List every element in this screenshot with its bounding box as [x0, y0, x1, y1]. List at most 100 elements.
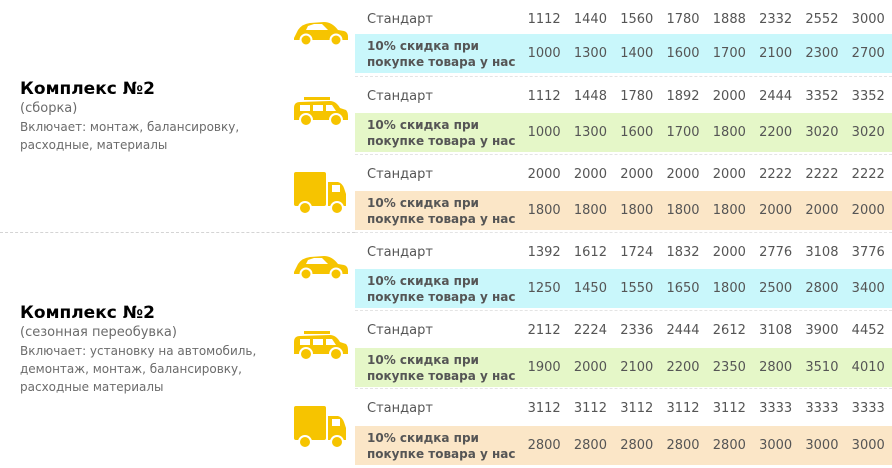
price-cell: 2800 — [712, 438, 746, 453]
price-cell: 2000 — [805, 203, 839, 218]
price-cell: 2612 — [712, 322, 746, 338]
price-cell: 2800 — [620, 438, 654, 453]
price-row-discount: 10% скидка при покупке товара у нас 1800… — [355, 191, 892, 230]
price-cell: 1112 — [527, 12, 561, 27]
price-cell: 2200 — [666, 360, 700, 375]
complex-includes: Включает: монтаж, балансировку, расходны… — [20, 120, 240, 152]
price-row-discount: 10% скидка при покупке товара у нас 2800… — [355, 426, 892, 465]
price-cell: 1832 — [666, 244, 700, 260]
car-icon — [290, 0, 352, 78]
row-label: Стандарт — [367, 88, 433, 104]
suv-icon — [290, 78, 352, 156]
price-cell: 1780 — [666, 12, 700, 27]
price-cell: 2700 — [851, 46, 885, 61]
price-cell: 3510 — [805, 360, 839, 375]
price-cell: 1112 — [527, 88, 561, 104]
price-cell: 3108 — [759, 322, 793, 338]
car-icon — [290, 234, 352, 312]
price-cell: 1650 — [666, 281, 700, 296]
price-cell: 1892 — [666, 88, 700, 104]
price-row-discount: 10% скидка при покупке товара у нас 1250… — [355, 269, 892, 308]
complex-includes: Включает: установку на автомобиль, демон… — [20, 344, 257, 394]
price-row-standard: Стандарт 3112 3112 3112 3112 3112 3333 3… — [355, 388, 892, 427]
price-cell: 1700 — [666, 125, 700, 140]
price-cell: 2444 — [666, 322, 700, 338]
price-cell: 1000 — [527, 125, 561, 140]
price-cell: 2224 — [573, 322, 607, 338]
complex-description: Комплекс №2 (сборка) Включает: монтаж, б… — [20, 78, 239, 154]
price-cell: 1550 — [620, 281, 654, 296]
price-cell: 1800 — [712, 125, 746, 140]
complex-title: Комплекс №2 — [20, 303, 156, 323]
price-cell: 2800 — [759, 360, 793, 375]
price-cell: 1800 — [527, 203, 561, 218]
price-cell: 1000 — [527, 46, 561, 61]
price-cell: 3400 — [851, 281, 885, 296]
price-cell: 2222 — [851, 166, 885, 182]
price-row-standard: Стандарт 2112 2224 2336 2444 2612 3108 3… — [355, 310, 892, 349]
price-cell: 2800 — [666, 438, 700, 453]
price-cell: 2800 — [805, 281, 839, 296]
price-cell: 1800 — [666, 203, 700, 218]
price-cell: 1560 — [620, 12, 654, 27]
complex-subtitle: (сезонная переобувка) — [20, 325, 177, 340]
price-cell: 2222 — [805, 166, 839, 182]
price-cell: 3000 — [759, 438, 793, 453]
price-cell: 1600 — [666, 46, 700, 61]
price-cell: 3333 — [759, 400, 793, 416]
price-cell: 1900 — [527, 360, 561, 375]
price-cell: 2000 — [573, 166, 607, 182]
price-cell: 1724 — [620, 244, 654, 260]
price-cell: 2000 — [712, 166, 746, 182]
price-cell: 1448 — [573, 88, 607, 104]
price-cell: 3020 — [851, 125, 885, 140]
price-cell: 1700 — [712, 46, 746, 61]
price-cell: 1800 — [573, 203, 607, 218]
price-row-standard: Стандарт 1392 1612 1724 1832 2000 2776 3… — [355, 232, 892, 271]
row-label: 10% скидка при покупке товара у нас — [367, 273, 516, 304]
price-cell: 2336 — [620, 322, 654, 338]
truck-icon — [290, 390, 352, 468]
price-cell: 4010 — [851, 360, 885, 375]
truck-icon — [290, 156, 352, 234]
price-cell: 2100 — [620, 360, 654, 375]
complex-subtitle: (сборка) — [20, 101, 78, 116]
price-cell: 3000 — [805, 438, 839, 453]
price-cell: 1250 — [527, 281, 561, 296]
price-cell: 2300 — [805, 46, 839, 61]
price-cell: 2000 — [573, 360, 607, 375]
price-row-discount: 10% скидка при покупке товара у нас 1000… — [355, 113, 892, 152]
price-cell: 2112 — [527, 322, 561, 338]
price-cell: 2000 — [620, 166, 654, 182]
row-label: Стандарт — [367, 12, 433, 27]
price-row-standard: Стандарт 1112 1448 1780 1892 2000 2444 3… — [355, 76, 892, 115]
price-cell: 3352 — [805, 88, 839, 104]
price-cell: 1780 — [620, 88, 654, 104]
price-cell: 3352 — [851, 88, 885, 104]
price-cell: 2222 — [759, 166, 793, 182]
price-cell: 2800 — [527, 438, 561, 453]
price-cell: 2000 — [527, 166, 561, 182]
price-cell: 3900 — [805, 322, 839, 338]
row-label: 10% скидка при покупке товара у нас — [367, 430, 516, 461]
row-label: Стандарт — [367, 400, 433, 416]
price-cell: 2000 — [712, 88, 746, 104]
price-cell: 2444 — [759, 88, 793, 104]
price-cell: 3112 — [666, 400, 700, 416]
price-cell: 3108 — [805, 244, 839, 260]
row-label: 10% скидка при покупке товара у нас — [367, 38, 516, 69]
price-cell: 2000 — [666, 166, 700, 182]
price-cell: 2000 — [851, 203, 885, 218]
price-cell: 1800 — [712, 203, 746, 218]
price-cell: 2332 — [759, 12, 793, 27]
price-table: Комплекс №2 (сборка) Включает: монтаж, б… — [0, 0, 892, 468]
price-cell: 3112 — [620, 400, 654, 416]
price-row-standard: Стандарт 2000 2000 2000 2000 2000 2222 2… — [355, 154, 892, 193]
price-cell: 3020 — [805, 125, 839, 140]
price-cell: 3112 — [712, 400, 746, 416]
price-row-discount: 10% скидка при покупке товара у нас 1900… — [355, 348, 892, 387]
price-cell: 1440 — [573, 12, 607, 27]
price-cell: 2200 — [759, 125, 793, 140]
price-cell: 1612 — [573, 244, 607, 260]
price-cell: 3112 — [527, 400, 561, 416]
